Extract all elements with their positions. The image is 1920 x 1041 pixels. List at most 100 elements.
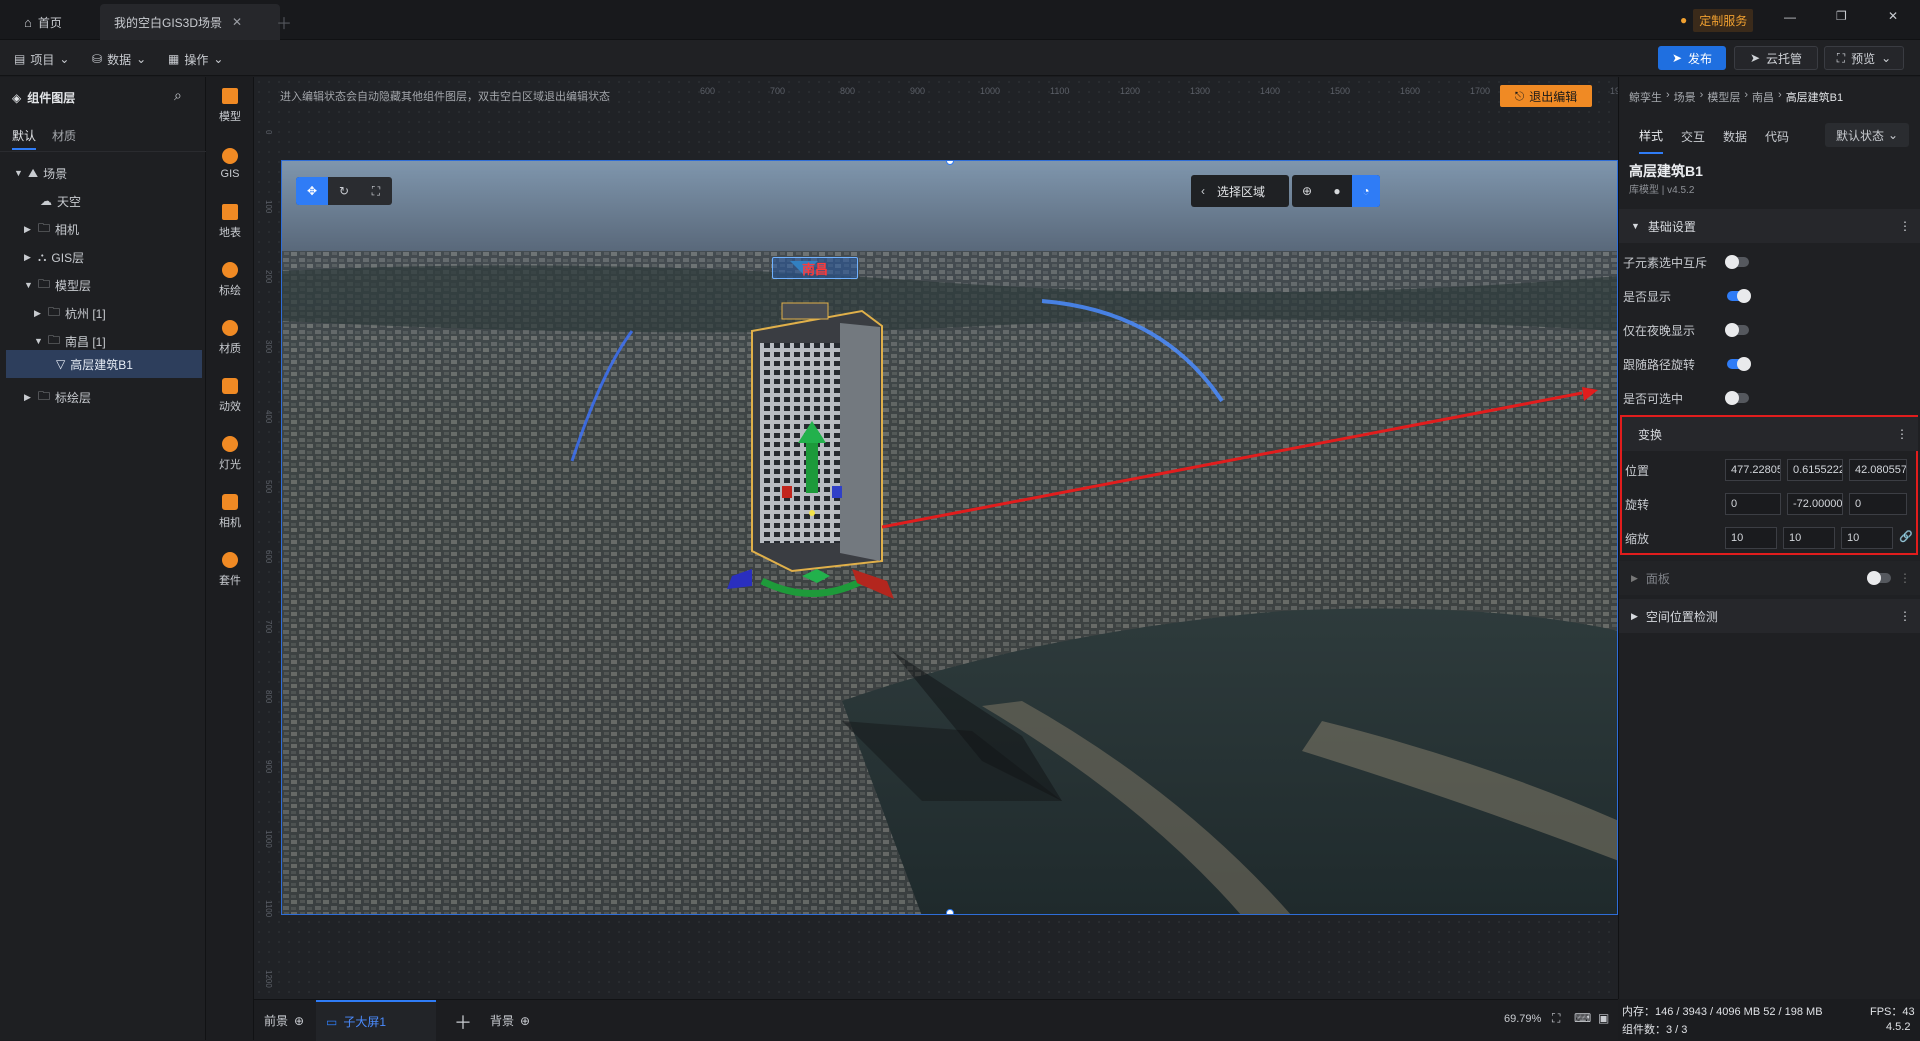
cloud-button[interactable]: ➤ 云托管: [1734, 46, 1818, 70]
scale-y-input[interactable]: 10: [1783, 527, 1835, 549]
tool-gis[interactable]: GIS: [206, 135, 254, 193]
breadcrumb-item[interactable]: 模型层: [1707, 89, 1740, 105]
link-icon[interactable]: 🔗: [1899, 530, 1913, 543]
ruler-tick-label: 400: [264, 410, 273, 424]
tool-model[interactable]: 模型: [206, 77, 254, 135]
tree-item-building-b1[interactable]: ▽ 高层建筑B1: [6, 350, 202, 378]
custom-service-button[interactable]: ● 定制服务: [1680, 8, 1754, 32]
tool-light[interactable]: 灯光: [206, 425, 254, 483]
search-icon[interactable]: ⌕: [174, 87, 182, 104]
tab-scene[interactable]: 我的空白GIS3D场景 ✕: [100, 4, 280, 40]
sphere-icon[interactable]: ●: [1322, 175, 1352, 207]
position-z-input[interactable]: 42.080557: [1849, 459, 1907, 481]
tab-scene-label: 我的空白GIS3D场景: [114, 15, 223, 30]
tool-label: 材质: [219, 343, 241, 355]
tree-item-scene[interactable]: ▼ ⛰ 场景: [0, 159, 206, 187]
menu-operate[interactable]: ▦ 操作 ⌄: [168, 48, 223, 70]
breadcrumb-item[interactable]: 鲸孪生: [1629, 89, 1662, 105]
zoom-level[interactable]: 69.79%: [1504, 1013, 1541, 1025]
position-x-input[interactable]: 477.22805: [1725, 459, 1781, 481]
switch-exclusive-select[interactable]: [1725, 255, 1749, 269]
ruler-tick-label: 800: [840, 86, 856, 96]
rotate-icon[interactable]: ↻: [328, 177, 360, 205]
select-area-control[interactable]: ‹ 选择区域: [1191, 175, 1289, 207]
tool-effect[interactable]: 动效: [206, 367, 254, 425]
scale-x-input[interactable]: 10: [1725, 527, 1777, 549]
terminal-icon[interactable]: ▣: [1598, 1011, 1609, 1025]
keyboard-icon[interactable]: ⌨: [1574, 1011, 1591, 1025]
switch-visible[interactable]: [1727, 289, 1751, 303]
ruler-tick-label: 600: [264, 550, 273, 564]
more-icon[interactable]: ⋮: [1899, 609, 1911, 623]
menu-data[interactable]: ⛁ 数据 ⌄: [92, 48, 146, 70]
rotation-z-input[interactable]: 0: [1849, 493, 1907, 515]
rotation-x-input[interactable]: 0: [1725, 493, 1781, 515]
position-y-input[interactable]: 0.6155222: [1787, 459, 1843, 481]
tab-home[interactable]: ⌂ 首页: [10, 4, 76, 40]
layers-tab-material[interactable]: 材质: [52, 127, 76, 144]
folder-icon: 🗀: [48, 304, 61, 319]
tree-item-gis[interactable]: ▶ ⛬ GIS层: [0, 243, 206, 271]
publish-label: 发布: [1688, 51, 1713, 66]
preview-button[interactable]: ⛶ 预览 ⌄: [1824, 46, 1904, 70]
tab-code[interactable]: 代码: [1765, 128, 1789, 145]
tool-camera[interactable]: 相机: [206, 483, 254, 541]
scale-z-input[interactable]: 10: [1841, 527, 1893, 549]
switch-follow-path[interactable]: [1727, 357, 1751, 371]
globe-icon[interactable]: ⊕: [1292, 175, 1322, 207]
component-count: 组件数：3 / 3: [1622, 1024, 1688, 1036]
exit-edit-button[interactable]: ⎋ 退出编辑: [1500, 85, 1592, 107]
star-icon: [222, 378, 238, 394]
menu-project[interactable]: ▤ 项目 ⌄: [14, 48, 69, 70]
close-icon[interactable]: ✕: [232, 15, 242, 29]
switch-selectable[interactable]: [1725, 391, 1749, 405]
window-close-icon[interactable]: ✕: [1888, 9, 1898, 23]
tool-kit[interactable]: 套件: [206, 541, 254, 599]
restore-icon[interactable]: ❐: [1836, 9, 1847, 23]
tab-data[interactable]: 数据: [1723, 128, 1747, 145]
section-transform[interactable]: 变换 ⋮: [1622, 417, 1918, 451]
add-circle-icon[interactable]: ⊕: [520, 1014, 530, 1028]
new-tab-icon[interactable]: ＋: [276, 10, 292, 34]
add-circle-icon[interactable]: ⊕: [294, 1014, 304, 1028]
clock-icon[interactable]: ◔: [1352, 175, 1380, 207]
move-icon[interactable]: ✥: [296, 177, 328, 205]
tree-item-plot-layer[interactable]: ▶ 🗀 标绘层: [0, 383, 206, 411]
more-icon[interactable]: ⋮: [1899, 219, 1911, 233]
tab-interaction[interactable]: 交互: [1681, 128, 1705, 145]
breadcrumb-item: 高层建筑B1: [1785, 92, 1844, 104]
scene-viewport[interactable]: ✥ ↻ ⛶ ‹ 选择区域 ⊕ ● ◔ 南昌: [281, 160, 1618, 915]
tool-surface[interactable]: 地表: [206, 193, 254, 251]
more-icon[interactable]: ⋮: [1899, 571, 1911, 585]
switch-panel[interactable]: [1867, 571, 1891, 585]
tree-item-camera[interactable]: ▶ 🗀 相机: [0, 215, 206, 243]
city-label-nanchang[interactable]: 南昌: [772, 257, 858, 279]
state-select[interactable]: 默认状态 ⌄: [1825, 123, 1909, 147]
tool-material[interactable]: 材质: [206, 309, 254, 367]
section-panel[interactable]: ▶ 面板 ⋮: [1619, 561, 1920, 595]
tool-plot[interactable]: 标绘: [206, 251, 254, 309]
rotation-y-input[interactable]: -72.00000: [1787, 493, 1843, 515]
breadcrumb-item[interactable]: 场景: [1674, 89, 1696, 105]
section-spatial-detection[interactable]: ▶ 空间位置检测 ⋮: [1619, 599, 1920, 633]
switch-night-only[interactable]: [1725, 323, 1749, 337]
fit-screen-icon[interactable]: ⛶: [1552, 1011, 1560, 1026]
light-icon: [222, 436, 238, 452]
section-basic[interactable]: ▼ 基础设置 ⋮: [1619, 209, 1920, 243]
add-icon[interactable]: ＋: [454, 1009, 472, 1035]
tree-item-hangzhou[interactable]: ▶ 🗀 杭州 [1]: [0, 299, 206, 327]
scale-icon[interactable]: ⛶: [360, 177, 392, 205]
more-icon[interactable]: ⋮: [1896, 427, 1908, 441]
background-layer-tab[interactable]: 背景 ⊕: [490, 1012, 530, 1029]
publish-button[interactable]: ➤ 发布: [1658, 46, 1726, 70]
front-layer-tab[interactable]: 前景 ⊕: [264, 1012, 304, 1029]
layers-tab-default[interactable]: 默认: [12, 127, 37, 150]
minimize-icon[interactable]: —: [1784, 10, 1796, 24]
bottom-bar: 前景 ⊕ ▭ 子大屏1 ＋ 背景 ⊕ 69.79% ⛶ ⌨ ▣: [254, 999, 1618, 1041]
switch-label: 跟随路径旋转: [1623, 357, 1696, 372]
tab-style[interactable]: 样式: [1639, 119, 1664, 154]
sub-screen-tab[interactable]: ▭ 子大屏1: [316, 1000, 436, 1041]
breadcrumb-item[interactable]: 南昌: [1752, 89, 1774, 105]
tree-item-sky[interactable]: ☁ 天空: [0, 187, 206, 215]
tree-item-model-layer[interactable]: ▼ 🗀 模型层: [0, 271, 206, 299]
